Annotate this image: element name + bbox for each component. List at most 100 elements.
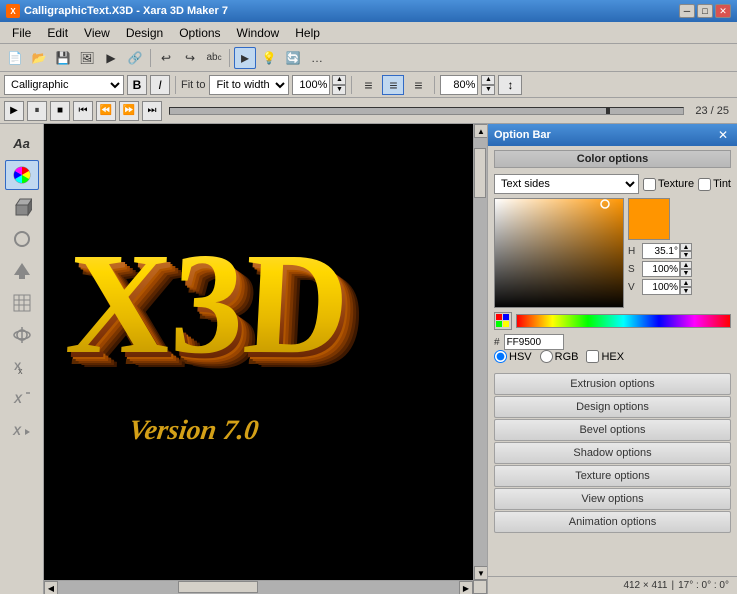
zoom-input[interactable] [292, 75, 330, 95]
menu-edit[interactable]: Edit [39, 24, 76, 42]
animation-tool-button[interactable]: X [5, 416, 39, 446]
val-down-button[interactable]: ▼ [680, 287, 692, 295]
hue-down-button[interactable]: ▼ [680, 251, 692, 259]
bevel-options-button[interactable]: Bevel options [494, 419, 731, 441]
next-frame-button[interactable]: ⏩ [119, 101, 139, 121]
open-button[interactable]: 📂 [28, 47, 50, 69]
animation-icon: X [12, 421, 32, 441]
hsv-radio[interactable] [494, 350, 507, 363]
scroll-track-v[interactable] [474, 138, 487, 566]
sat-up-button[interactable]: ▲ [680, 261, 692, 269]
tint-checkbox[interactable] [698, 178, 711, 191]
align-center-button[interactable]: ≡ [382, 75, 404, 95]
zoom-up-button[interactable]: ▲ [332, 75, 346, 85]
bevel-tool-button[interactable]: X [5, 384, 39, 414]
rgb-radio-label[interactable]: RGB [540, 350, 579, 363]
minimize-button[interactable]: ─ [679, 4, 695, 18]
menu-options[interactable]: Options [171, 24, 228, 42]
menu-window[interactable]: Window [229, 24, 288, 42]
rotate-button[interactable]: 🔄 [282, 47, 304, 69]
italic-button[interactable]: I [150, 75, 170, 95]
fit-to-select[interactable]: Fit to width [209, 75, 289, 95]
font-select[interactable]: Calligraphic [4, 75, 124, 95]
tint-checkbox-label[interactable]: Tint [698, 178, 731, 191]
pause-button[interactable]: ⏸ [27, 101, 47, 121]
hue-slider[interactable] [516, 314, 731, 328]
texture-checkbox[interactable] [643, 178, 656, 191]
val-up-button[interactable]: ▲ [680, 279, 692, 287]
sat-input[interactable] [642, 261, 680, 277]
stop-button[interactable]: ■ [50, 101, 70, 121]
rotate-tool-button[interactable] [5, 320, 39, 350]
scroll-left-button[interactable]: ◀ [44, 581, 58, 594]
scroll-up-button[interactable]: ▲ [474, 124, 487, 138]
horizontal-scrollbar[interactable]: ◀ ▶ [44, 580, 473, 594]
next-end-button[interactable]: ⏭ [142, 101, 162, 121]
timeline-slider[interactable] [169, 107, 684, 115]
texture-tool-button[interactable] [5, 288, 39, 318]
color-part-select[interactable]: Text sides [494, 174, 639, 194]
bold-button[interactable]: B [127, 75, 147, 95]
panel-close-button[interactable]: ✕ [715, 127, 731, 143]
val-input[interactable] [642, 279, 680, 295]
align-right-button[interactable]: ≡ [407, 75, 429, 95]
menu-help[interactable]: Help [287, 24, 328, 42]
tb-btn4[interactable]: 🖼 [76, 47, 98, 69]
texture-options-button[interactable]: Texture options [494, 465, 731, 487]
light-button[interactable]: 💡 [258, 47, 280, 69]
rgb-radio[interactable] [540, 350, 553, 363]
save-button[interactable]: 💾 [52, 47, 74, 69]
shadow-tool-button[interactable]: X x [5, 352, 39, 382]
extrusion-tool-button[interactable] [5, 192, 39, 222]
hex-radio-label[interactable]: HEX [586, 350, 624, 363]
view-options-button[interactable]: View options [494, 488, 731, 510]
extrusion-options-button[interactable]: Extrusion options [494, 373, 731, 395]
pct-input[interactable] [440, 75, 478, 95]
more-button[interactable]: … [306, 47, 328, 69]
hue-up-button[interactable]: ▲ [680, 243, 692, 251]
scroll-right-button[interactable]: ▶ [459, 581, 473, 594]
pct-up-button[interactable]: ▲ [481, 75, 495, 85]
pct-down-button[interactable]: ▼ [481, 85, 495, 95]
prev-frame-button[interactable]: ⏪ [96, 101, 116, 121]
redo-button[interactable]: ↪ [179, 47, 201, 69]
close-button[interactable]: ✕ [715, 4, 731, 18]
circle-tool-button[interactable] [5, 224, 39, 254]
texture-checkbox-label[interactable]: Texture [643, 178, 694, 191]
text-button[interactable]: abc [203, 47, 225, 69]
color-tool-button[interactable] [5, 160, 39, 190]
hex-radio[interactable] [586, 350, 599, 363]
tb-btn5[interactable]: ▶ [100, 47, 122, 69]
cursor-button[interactable]: ▸ [234, 47, 256, 69]
scroll-down-button[interactable]: ▼ [474, 566, 487, 580]
hue-input[interactable] [642, 243, 680, 259]
pct-reset-button[interactable]: ↕ [498, 75, 522, 95]
menu-view[interactable]: View [76, 24, 118, 42]
menu-design[interactable]: Design [118, 24, 171, 42]
align-left-button[interactable]: ≡ [357, 75, 379, 95]
sat-down-button[interactable]: ▼ [680, 269, 692, 277]
design-options-button[interactable]: Design options [494, 396, 731, 418]
animation-options-button[interactable]: Animation options [494, 511, 731, 533]
play-button[interactable]: ▶ [4, 101, 24, 121]
scroll-thumb-v[interactable] [474, 148, 486, 198]
color-gradient-picker[interactable] [494, 198, 624, 308]
hsv-radio-label[interactable]: HSV [494, 350, 532, 363]
hex-input[interactable] [504, 334, 564, 350]
color-grid-icon[interactable] [494, 312, 512, 330]
prev-start-button[interactable]: ⏮ [73, 101, 93, 121]
menu-file[interactable]: File [4, 24, 39, 42]
vertical-scrollbar[interactable]: ▲ ▼ [473, 124, 487, 580]
new-button[interactable]: 📄 [4, 47, 26, 69]
color-controls-right: H ▲ ▼ S [628, 198, 731, 308]
shadow-options-button[interactable]: Shadow options [494, 442, 731, 464]
undo-button[interactable]: ↩ [155, 47, 177, 69]
arrow-tool-button[interactable] [5, 256, 39, 286]
scroll-track-h[interactable] [58, 581, 459, 594]
aa-tool-button[interactable]: Aa [5, 128, 39, 158]
maximize-button[interactable]: □ [697, 4, 713, 18]
color-preview-box[interactable] [628, 198, 670, 240]
tb-btn6[interactable]: 🔗 [124, 47, 146, 69]
canvas-area[interactable]: X3D [44, 124, 487, 594]
zoom-down-button[interactable]: ▼ [332, 85, 346, 95]
